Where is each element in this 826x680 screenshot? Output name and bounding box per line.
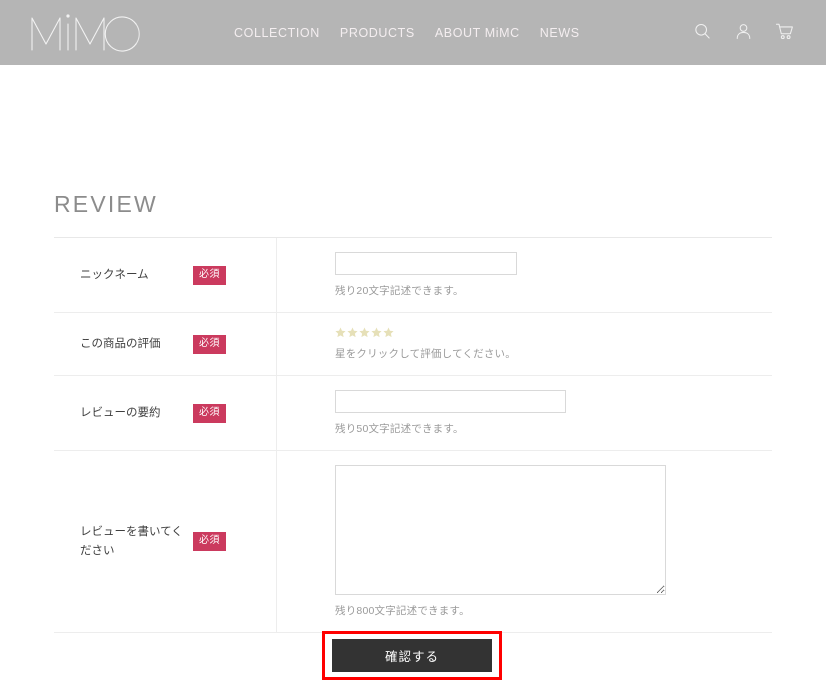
form-row-rating: この商品の評価 必須 星をクリックして評価してください。 bbox=[54, 312, 773, 376]
search-icon[interactable] bbox=[693, 21, 712, 42]
nav-item-news[interactable]: NEWS bbox=[540, 26, 580, 40]
star-rating-widget[interactable] bbox=[335, 327, 772, 338]
helper-text-review-body: 残り800文字記述できます。 bbox=[335, 605, 470, 617]
label-cell-nickname: ニックネーム 必須 bbox=[54, 238, 277, 313]
account-icon[interactable] bbox=[734, 21, 753, 42]
form-row-summary: レビューの要約 必須 残り50文字記述できます。 bbox=[54, 375, 773, 451]
star-icon-4[interactable] bbox=[371, 327, 382, 338]
field-label-nickname: ニックネーム bbox=[80, 268, 149, 281]
submit-highlight-annotation: 確認する bbox=[322, 631, 502, 680]
field-cell-review-body: 残り800文字記述できます。 bbox=[277, 451, 773, 633]
label-cell-review-body: レビューを書いてください 必須 bbox=[54, 450, 277, 633]
required-badge-rating: 必須 bbox=[193, 334, 226, 354]
required-badge-nickname: 必須 bbox=[193, 265, 226, 285]
field-label-summary: レビューの要約 bbox=[80, 406, 161, 419]
field-label-rating: この商品の評価 bbox=[80, 337, 161, 350]
nav-item-about-mimc[interactable]: ABOUT MiMC bbox=[435, 26, 520, 40]
field-cell-nickname: 残り20文字記述できます。 bbox=[277, 238, 773, 313]
site-header: COLLECTION PRODUCTS ABOUT MiMC NEWS bbox=[0, 0, 826, 65]
summary-input[interactable] bbox=[335, 390, 566, 413]
review-form-table: ニックネーム 必須 残り20文字記述できます。 この商品の評価 必須 星をクリッ… bbox=[54, 238, 772, 633]
star-icon-5[interactable] bbox=[383, 327, 394, 338]
nav-item-collection[interactable]: COLLECTION bbox=[234, 26, 320, 40]
form-row-nickname: ニックネーム 必須 残り20文字記述できます。 bbox=[54, 238, 772, 313]
label-cell-summary: レビューの要約 必須 bbox=[54, 375, 277, 451]
nav-item-products[interactable]: PRODUCTS bbox=[340, 26, 415, 40]
helper-text-nickname: 残り20文字記述できます。 bbox=[335, 285, 464, 297]
confirm-button[interactable]: 確認する bbox=[332, 639, 492, 672]
star-icon-1[interactable] bbox=[335, 327, 346, 338]
main-navigation: COLLECTION PRODUCTS ABOUT MiMC NEWS bbox=[234, 26, 580, 40]
star-icon-2[interactable] bbox=[347, 327, 358, 338]
page-title: REVIEW bbox=[54, 191, 158, 217]
form-row-review-body: レビューを書いてください 必須 残り800文字記述できます。 bbox=[54, 450, 773, 633]
field-label-review-body: レビューを書いてください bbox=[80, 526, 183, 557]
field-cell-rating: 星をクリックして評価してください。 bbox=[277, 313, 773, 376]
required-badge-summary: 必須 bbox=[193, 403, 226, 423]
helper-text-rating: 星をクリックして評価してください。 bbox=[335, 348, 516, 360]
required-badge-review-body: 必須 bbox=[193, 532, 226, 551]
star-icon-3[interactable] bbox=[359, 327, 370, 338]
helper-text-summary: 残り50文字記述できます。 bbox=[335, 423, 464, 435]
review-body-textarea[interactable] bbox=[335, 465, 666, 595]
nickname-input[interactable] bbox=[335, 252, 517, 275]
label-cell-rating: この商品の評価 必須 bbox=[54, 312, 277, 376]
site-logo[interactable] bbox=[24, 4, 144, 60]
cart-icon[interactable] bbox=[775, 21, 794, 42]
header-icon-group bbox=[693, 21, 794, 42]
field-cell-summary: 残り50文字記述できます。 bbox=[277, 376, 773, 451]
